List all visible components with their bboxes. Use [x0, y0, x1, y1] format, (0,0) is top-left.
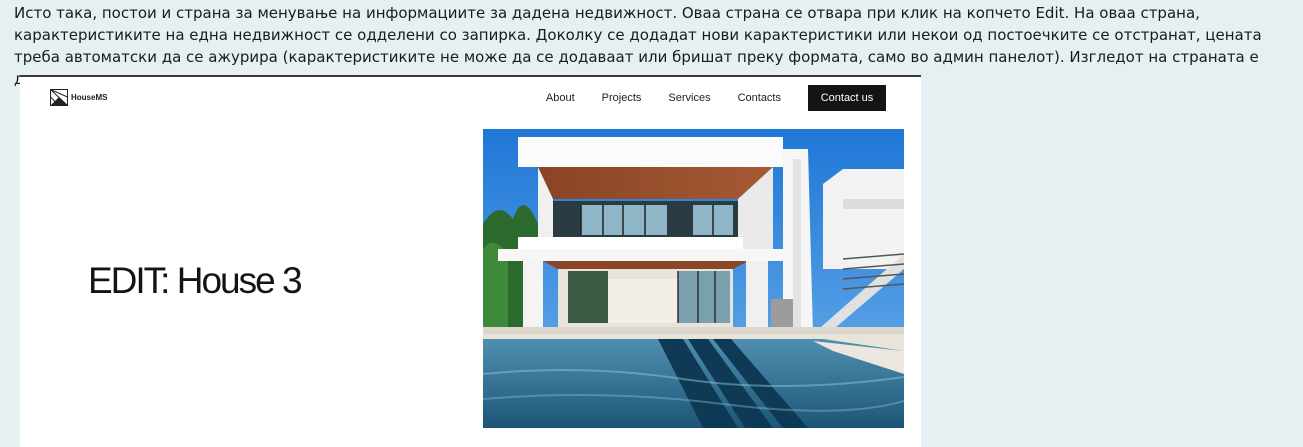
- logo[interactable]: HouseMS: [50, 89, 107, 106]
- website-preview: HouseMS About Projects Services Contacts…: [20, 75, 921, 447]
- main-nav: About Projects Services Contacts Contact…: [546, 85, 886, 111]
- nav-projects[interactable]: Projects: [602, 92, 642, 104]
- contact-us-button[interactable]: Contact us: [808, 85, 886, 111]
- nav-services[interactable]: Services: [668, 92, 710, 104]
- logo-text: HouseMS: [71, 93, 108, 102]
- hero-house-image: [483, 129, 904, 428]
- nav-about[interactable]: About: [546, 92, 575, 104]
- page-title: EDIT: House 3: [88, 260, 303, 301]
- house-logo-icon: [50, 89, 68, 106]
- nav-contacts[interactable]: Contacts: [738, 92, 781, 104]
